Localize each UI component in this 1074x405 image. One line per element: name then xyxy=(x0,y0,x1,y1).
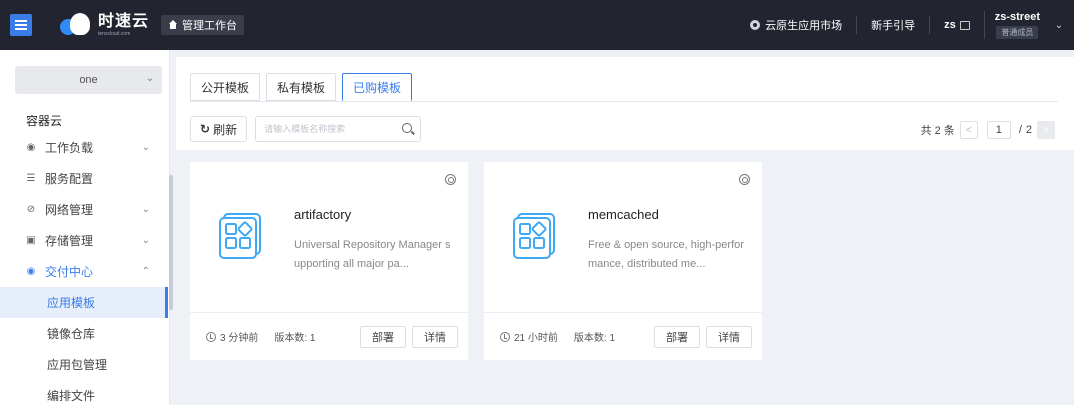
tab-private-templates[interactable]: 私有模板 xyxy=(266,73,337,101)
total-count: 共 2 条 xyxy=(920,125,955,137)
sidebar-item-app-templates[interactable]: 应用模板 xyxy=(0,287,168,318)
details-button[interactable]: 详情 xyxy=(412,326,458,348)
sidebar-item-label: 存储管理 xyxy=(45,234,94,248)
config-icon: ☰ xyxy=(26,173,36,184)
main-panel: 公开模板 私有模板 已购模板 ↻ 刷新 共 2 条 < 1 / 2 > xyxy=(176,57,1074,405)
gear-icon[interactable] xyxy=(739,174,750,185)
chevron-down-icon: ⌄ xyxy=(141,235,150,246)
tab-purchased-templates[interactable]: 已购模板 xyxy=(342,73,413,101)
toolbar: ↻ 刷新 xyxy=(190,116,422,142)
sidebar-item-label: 网络管理 xyxy=(45,203,94,217)
sidebar-item-service-config[interactable]: ☰ 服务配置 xyxy=(0,163,168,194)
refresh-icon: ↻ xyxy=(200,122,211,136)
refresh-label: 刷新 xyxy=(213,122,238,137)
chevron-down-icon: ⌄ xyxy=(145,73,154,84)
chevron-down-icon: ⌄ xyxy=(141,142,150,153)
sidebar-item-image-registry[interactable]: 镜像仓库 xyxy=(0,318,168,349)
sidebar-item-storage[interactable]: ▣ 存储管理 ⌄ xyxy=(0,225,168,256)
chevron-up-icon: ⌃ xyxy=(141,266,150,277)
namespace-select[interactable]: one ⌄ xyxy=(15,66,162,94)
sidebar-item-label: 工作负载 xyxy=(45,141,94,155)
template-card-list: artifactory Universal Repository Manager… xyxy=(176,150,1074,405)
workbench-label: 管理工作台 xyxy=(182,20,237,32)
workspace-switch[interactable]: zs xyxy=(929,16,984,34)
page-separator: / xyxy=(1018,124,1022,136)
section-title: 容器云 xyxy=(26,114,63,128)
tab-public-templates[interactable]: 公开模板 xyxy=(190,73,261,101)
details-button[interactable]: 详情 xyxy=(706,326,752,348)
calendar-icon xyxy=(959,20,970,30)
sidebar-item-app-packages[interactable]: 应用包管理 xyxy=(0,349,168,380)
clock-icon xyxy=(206,331,216,342)
deploy-button[interactable]: 部署 xyxy=(654,326,700,348)
storage-icon: ▣ xyxy=(26,235,36,246)
next-page-button[interactable]: > xyxy=(1037,121,1055,139)
user-menu[interactable]: zs-street 普通成员 xyxy=(983,11,1044,39)
logo-mark xyxy=(60,13,96,37)
namespace-value: one xyxy=(79,74,98,86)
sidebar-item-delivery[interactable]: ◉ 交付中心 ⌃ xyxy=(0,256,168,287)
app-market-label: 云原生应用市场 xyxy=(765,20,843,32)
user-role-badge: 普通成员 xyxy=(996,26,1039,39)
tab-divider xyxy=(190,101,1058,102)
deploy-button[interactable]: 部署 xyxy=(360,326,406,348)
card-footer: 21 小时前 版本数: 1 部署 详情 xyxy=(484,312,762,360)
market-icon xyxy=(750,20,761,30)
template-description: Universal Repository Manager supporting … xyxy=(294,239,451,270)
logo-text: 时速云 xyxy=(98,12,150,30)
version-count: 版本数: 1 xyxy=(573,333,616,344)
updated-time: 21 小时前 xyxy=(514,333,558,344)
template-name[interactable]: artifactory xyxy=(294,207,351,222)
sidebar-item-workload[interactable]: ◉ 工作负载 ⌄ xyxy=(0,132,168,163)
template-name[interactable]: memcached xyxy=(588,207,659,222)
network-icon: ⊘ xyxy=(26,204,36,215)
delivery-icon: ◉ xyxy=(26,266,36,277)
template-card[interactable]: memcached Free & open source, high-perfo… xyxy=(484,162,762,360)
sidebar-item-network[interactable]: ⊘ 网络管理 ⌄ xyxy=(0,194,168,225)
app-template-icon xyxy=(513,213,555,259)
guide-label: 新手引导 xyxy=(871,20,916,32)
sidebar-scrollbar[interactable] xyxy=(169,175,173,310)
chevron-down-icon: ⌄ xyxy=(141,204,150,215)
gear-icon[interactable] xyxy=(445,174,456,185)
template-card[interactable]: artifactory Universal Repository Manager… xyxy=(190,162,468,360)
workbench-button[interactable]: 管理工作台 xyxy=(161,15,244,35)
version-count: 版本数: 1 xyxy=(274,333,316,344)
sidebar-item-orchestration-files[interactable]: 编排文件 xyxy=(0,380,168,405)
refresh-button[interactable]: ↻ 刷新 xyxy=(190,116,248,142)
page-input[interactable]: 1 xyxy=(986,121,1011,139)
logo-domain: tenxcloud.com xyxy=(98,30,131,37)
search-input[interactable] xyxy=(256,117,397,141)
card-footer: 3 分钟前 版本数: 1 部署 详情 xyxy=(190,312,468,360)
user-name: zs-street xyxy=(994,11,1040,23)
clock-icon xyxy=(500,331,510,342)
updated-time: 3 分钟前 xyxy=(220,333,259,344)
logo[interactable]: 时速云 tenxcloud.com xyxy=(60,12,149,38)
workload-icon: ◉ xyxy=(26,142,36,153)
template-description: Free & open source, high-performance, di… xyxy=(588,239,744,270)
guide-link[interactable]: 新手引导 xyxy=(856,16,929,34)
app-market-link[interactable]: 云原生应用市场 xyxy=(736,16,856,34)
sidebar: one ⌄ 容器云 ◉ 工作负载 ⌄ ☰ 服务配置 ⊘ 网络管理 ⌄ ▣ 存储管… xyxy=(0,50,170,405)
app-template-icon xyxy=(219,213,261,259)
sidebar-item-label: 交付中心 xyxy=(45,265,94,279)
home-icon xyxy=(168,20,178,30)
total-pages: 2 xyxy=(1025,124,1032,136)
search-box xyxy=(255,116,422,142)
top-bar: 时速云 tenxcloud.com 管理工作台 云原生应用市场 新手引导 zs … xyxy=(0,0,1074,50)
sidebar-nav: ◉ 工作负载 ⌄ ☰ 服务配置 ⊘ 网络管理 ⌄ ▣ 存储管理 ⌄ ◉ 交付中心… xyxy=(0,132,168,405)
pagination: 共 2 条 < 1 / 2 > xyxy=(921,121,1060,139)
menu-icon[interactable] xyxy=(10,14,32,36)
chevron-down-icon[interactable]: ⌄ xyxy=(1044,20,1074,31)
template-tabs: 公开模板 私有模板 已购模板 xyxy=(190,73,418,101)
prev-page-button[interactable]: < xyxy=(959,121,978,139)
search-icon[interactable] xyxy=(402,123,413,133)
sidebar-item-label: 服务配置 xyxy=(45,172,94,186)
workspace-label: zs xyxy=(944,19,956,31)
